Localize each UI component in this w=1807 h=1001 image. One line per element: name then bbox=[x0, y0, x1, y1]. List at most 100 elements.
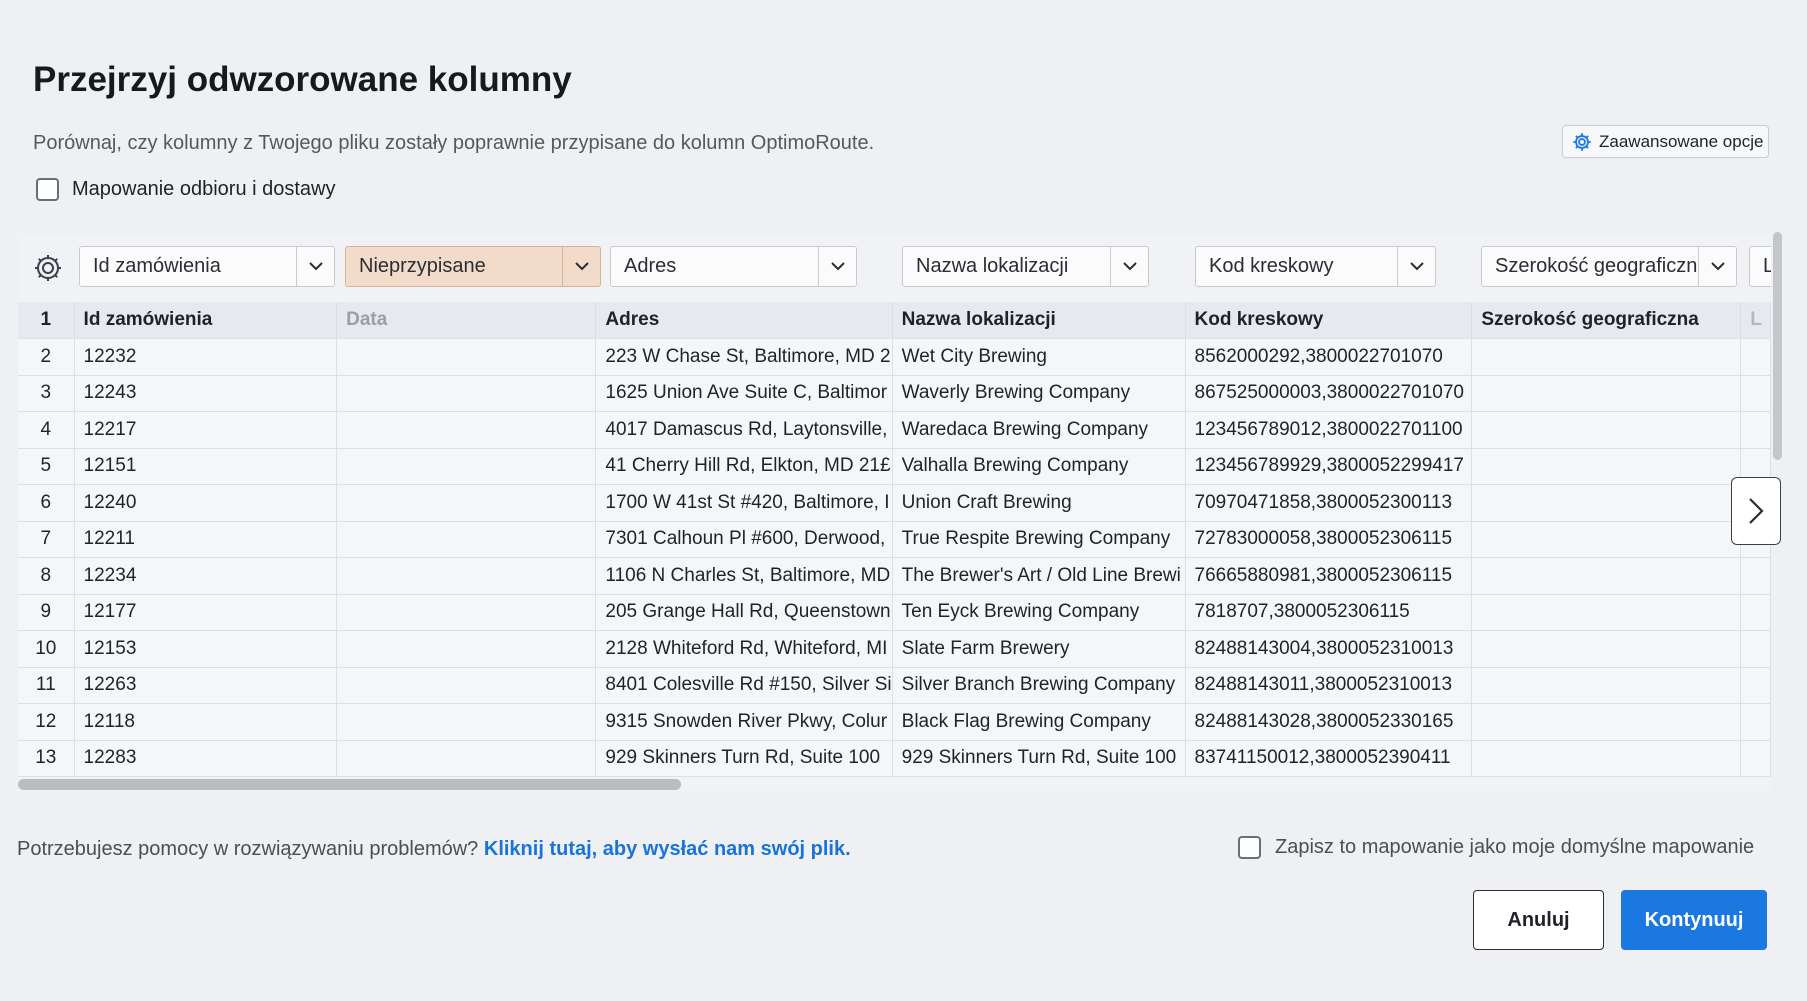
table-cell bbox=[336, 667, 597, 704]
pickup-delivery-checkbox[interactable] bbox=[36, 178, 59, 201]
table-cell bbox=[1471, 484, 1742, 522]
column-select-barcode[interactable]: Kod kreskowy bbox=[1195, 246, 1436, 287]
table-cell: Waredaca Brewing Company bbox=[892, 411, 1186, 449]
header-cell: Kod kreskowy bbox=[1185, 302, 1473, 339]
table-cell bbox=[336, 338, 597, 376]
table-cell bbox=[336, 594, 597, 631]
advanced-options-button[interactable]: Zaawansowane opcje bbox=[1562, 125, 1769, 158]
pickup-delivery-option[interactable]: Mapowanie odbioru i dostawy bbox=[36, 178, 336, 201]
select-value: Szerokość geograficzna bbox=[1495, 255, 1698, 277]
table-cell bbox=[1471, 557, 1742, 595]
table-cell bbox=[336, 703, 597, 741]
table-cell: 72783000058,3800052306115 bbox=[1185, 521, 1473, 558]
chevron-down-icon bbox=[818, 247, 856, 286]
table-cell bbox=[1471, 448, 1742, 485]
select-value: Nieprzypisane bbox=[359, 255, 486, 277]
table-cell: 82488143004,3800052310013 bbox=[1185, 630, 1473, 668]
column-select-location-name[interactable]: Nazwa lokalizacji bbox=[902, 246, 1149, 287]
table-cell bbox=[1471, 375, 1742, 412]
table-cell: 12211 bbox=[74, 521, 338, 558]
table-row: 12 12118 9315 Snowden River Pkwy, Colur Bla… bbox=[18, 703, 1771, 741]
save-default-option[interactable]: Zapisz to mapowanie jako moje domyślne m… bbox=[1238, 836, 1754, 859]
table-cell bbox=[1740, 594, 1771, 631]
table-cell: 123456789929,3800052299417 bbox=[1185, 448, 1473, 485]
table-cell: 1625 Union Ave Suite C, Baltimor bbox=[595, 375, 893, 412]
row-number: 5 bbox=[18, 448, 75, 485]
table-cell: 83741150012,3800052390411 bbox=[1185, 740, 1473, 777]
table-cell bbox=[1740, 375, 1771, 412]
table-cell bbox=[1471, 667, 1742, 704]
save-default-checkbox[interactable] bbox=[1238, 836, 1261, 859]
table-cell: 867525000003,3800022701070 bbox=[1185, 375, 1473, 412]
table-cell: 12263 bbox=[74, 667, 338, 704]
table-cell bbox=[336, 484, 597, 522]
row-number: 10 bbox=[18, 630, 75, 668]
table-row: 9 12177 205 Grange Hall Rd, Queenstown Ten … bbox=[18, 594, 1771, 631]
table-row: 11 12263 8401 Colesville Rd #150, Silver S… bbox=[18, 667, 1771, 704]
table-cell: 9315 Snowden River Pkwy, Colur bbox=[595, 703, 893, 741]
table-cell bbox=[336, 521, 597, 558]
chevron-down-icon bbox=[562, 247, 600, 286]
continue-button[interactable]: Kontynuuj bbox=[1621, 890, 1767, 950]
table-cell: Waverly Brewing Company bbox=[892, 375, 1186, 412]
column-settings-button[interactable] bbox=[28, 248, 68, 288]
table-cell: 82488143011,3800052310013 bbox=[1185, 667, 1473, 704]
table-row: 2 12232 223 W Chase St, Baltimore, MD 2 Wet… bbox=[18, 338, 1771, 376]
header-cell: L bbox=[1740, 302, 1771, 339]
row-number: 8 bbox=[18, 557, 75, 595]
column-select-latitude[interactable]: Szerokość geograficzna bbox=[1481, 246, 1737, 287]
row-number: 12 bbox=[18, 703, 75, 741]
table-cell bbox=[336, 448, 597, 485]
select-value: Nazwa lokalizacji bbox=[916, 255, 1069, 277]
table-cell bbox=[1471, 338, 1742, 376]
select-value: L bbox=[1763, 255, 1771, 277]
table-cell bbox=[1471, 594, 1742, 631]
table-cell: 205 Grange Hall Rd, Queenstown bbox=[595, 594, 893, 631]
table-cell: 12243 bbox=[74, 375, 338, 412]
table-cell bbox=[336, 411, 597, 449]
table-cell: 12232 bbox=[74, 338, 338, 376]
table-cell bbox=[1740, 338, 1771, 376]
table-cell bbox=[1740, 630, 1771, 668]
table-cell: 12177 bbox=[74, 594, 338, 631]
row-number: 6 bbox=[18, 484, 75, 522]
column-select-unassigned[interactable]: Nieprzypisane bbox=[345, 246, 601, 287]
table-cell bbox=[1471, 521, 1742, 558]
column-select-address[interactable]: Adres bbox=[610, 246, 857, 287]
table-cell: 12283 bbox=[74, 740, 338, 777]
column-settings-icon bbox=[35, 255, 61, 281]
table-cell: 223 W Chase St, Baltimore, MD 2 bbox=[595, 338, 893, 376]
column-select-order-id[interactable]: Id zamówienia bbox=[79, 246, 335, 287]
table-cell: Ten Eyck Brewing Company bbox=[892, 594, 1186, 631]
cancel-button[interactable]: Anuluj bbox=[1473, 890, 1604, 950]
table-cell bbox=[1471, 703, 1742, 741]
horizontal-scrollbar[interactable] bbox=[18, 779, 681, 790]
table-cell bbox=[1740, 411, 1771, 449]
table-cell: 82488143028,3800052330165 bbox=[1185, 703, 1473, 741]
table-cell: 929 Skinners Turn Rd, Suite 100 bbox=[595, 740, 893, 777]
table-cell: Black Flag Brewing Company bbox=[892, 703, 1186, 741]
scroll-right-button[interactable] bbox=[1731, 477, 1781, 545]
table-cell bbox=[336, 630, 597, 668]
vertical-scrollbar[interactable] bbox=[1773, 232, 1782, 460]
header-cell: Adres bbox=[595, 302, 893, 339]
table-cell: 12234 bbox=[74, 557, 338, 595]
table-row: 10 12153 2128 Whiteford Rd, Whiteford, MI S… bbox=[18, 630, 1771, 668]
header-cell: Id zamówienia bbox=[74, 302, 338, 339]
mapping-grid: Id zamówienia Nieprzypisane Adres Nazwa … bbox=[18, 234, 1771, 792]
header-cell: Szerokość geograficzna bbox=[1471, 302, 1742, 339]
table-cell: 123456789012,3800022701100 bbox=[1185, 411, 1473, 449]
select-value: Adres bbox=[624, 255, 677, 277]
send-file-link[interactable]: Kliknij tutaj, aby wysłać nam swój plik. bbox=[484, 838, 851, 860]
table-cell: 70970471858,3800052300113 bbox=[1185, 484, 1473, 522]
column-select-next[interactable]: L bbox=[1749, 246, 1771, 287]
table-cell: Slate Farm Brewery bbox=[892, 630, 1186, 668]
table-cell: Union Craft Brewing bbox=[892, 484, 1186, 522]
select-value: Kod kreskowy bbox=[1209, 255, 1334, 277]
header-cell: Nazwa lokalizacji bbox=[892, 302, 1186, 339]
table-cell bbox=[1471, 411, 1742, 449]
table-row: 5 12151 41 Cherry Hill Rd, Elkton, MD 21£ V… bbox=[18, 448, 1771, 485]
row-number: 2 bbox=[18, 338, 75, 376]
table-cell: Valhalla Brewing Company bbox=[892, 448, 1186, 485]
table-cell: 8562000292,3800022701070 bbox=[1185, 338, 1473, 376]
